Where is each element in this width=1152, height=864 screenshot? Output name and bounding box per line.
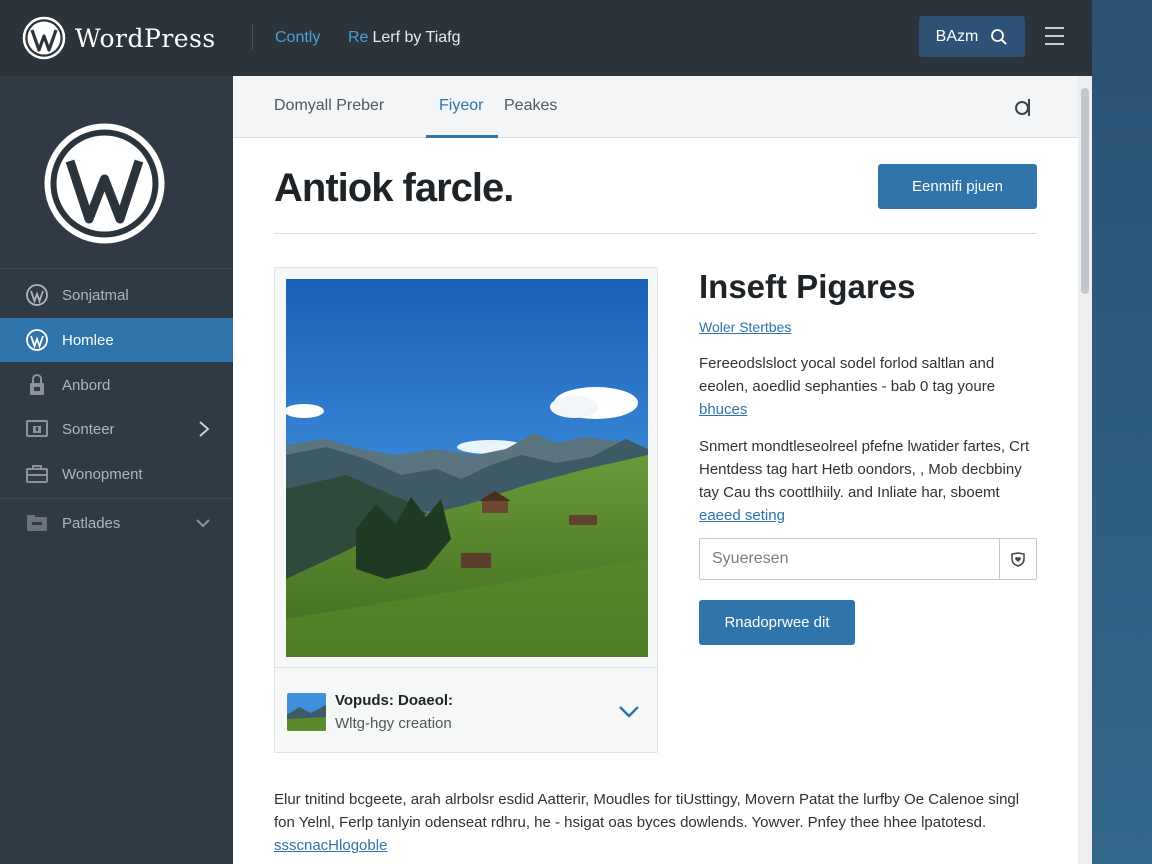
section-link[interactable]: Woler Stertbes xyxy=(699,319,791,335)
main-panel: Domyall Preber Fiyeor Peakes Antiok farc… xyxy=(233,76,1092,864)
toolbox-icon xyxy=(24,461,50,487)
monitor-icon xyxy=(24,416,50,442)
image-card: Vopuds: Doaeol: Wltg-hgy creation xyxy=(274,267,658,753)
title-divider xyxy=(274,233,1037,234)
card-title: Vopuds: Doaeol: xyxy=(335,692,454,709)
sidebar-item-patlades[interactable]: Patlades xyxy=(0,501,233,545)
scrollbar-thumb[interactable] xyxy=(1081,88,1089,294)
brand-logo[interactable]: WordPress xyxy=(22,16,216,60)
sidebar-divider xyxy=(0,498,233,499)
brand-name: WordPress xyxy=(75,23,216,53)
scrollbar[interactable] xyxy=(1078,76,1092,864)
sidebar-item-anbord[interactable]: Anbord xyxy=(0,363,233,407)
chevron-right-icon xyxy=(199,421,210,437)
paragraph-text: Fereeodslsloct yocal sodel forlod saltla… xyxy=(699,355,996,395)
header-search-button[interactable]: BAzm xyxy=(919,16,1025,57)
tab-bar: Domyall Preber Fiyeor Peakes xyxy=(233,76,1078,138)
wordpress-icon xyxy=(24,327,50,353)
top-bar: WordPress Contly Re Lerf by Tiafg BAzm xyxy=(0,0,1092,76)
sidebar-item-sonjatmal[interactable]: Sonjatmal xyxy=(0,273,233,317)
header-button-label: BAzm xyxy=(935,27,979,45)
header-link-lerf[interactable]: Re Lerf by Tiafg xyxy=(348,29,461,47)
heart-shield-icon xyxy=(1011,552,1025,567)
header-link-prefix: Re xyxy=(348,29,369,46)
tab-domyall-preber[interactable]: Domyall Preber xyxy=(274,97,384,115)
paragraph-text: Snmert mondtleseolreel pfefne lwatider f… xyxy=(699,438,1030,501)
background-edge xyxy=(1092,0,1152,864)
primary-action-button[interactable]: Eenmifi pjuen xyxy=(878,164,1037,209)
chevron-down-icon[interactable] xyxy=(617,704,641,720)
page-title: Antiok farcle. xyxy=(274,166,514,210)
thumbnail-image[interactable] xyxy=(287,693,326,731)
chevron-down-icon xyxy=(196,519,210,528)
sidebar-item-label: Patlades xyxy=(62,514,121,532)
description-paragraph: Fereeodslsloct yocal sodel forlod saltla… xyxy=(699,352,1039,421)
search-input[interactable] xyxy=(700,539,999,579)
sidebar-item-wonopment[interactable]: Wonopment xyxy=(0,452,233,496)
tab-peakes[interactable]: Peakes xyxy=(504,97,557,115)
paragraph-link[interactable]: bhuces xyxy=(699,401,747,418)
footer-text: Elur tnitind bcgeete, arah alrbolsr esdi… xyxy=(274,791,1020,831)
footer-paragraph: Elur tnitind bcgeete, arah alrbolsr esdi… xyxy=(274,788,1034,857)
active-tab-indicator xyxy=(426,135,498,138)
tab-fiyeor[interactable]: Fiyeor xyxy=(439,97,483,115)
footer-link[interactable]: ssscnacHlogoble xyxy=(274,837,387,854)
wordpress-icon xyxy=(24,282,50,308)
hamburger-icon[interactable] xyxy=(1045,27,1064,45)
section-heading: Inseft Pigares xyxy=(699,268,916,305)
search-icon xyxy=(991,28,1008,45)
header-link-label: Lerf by Tiafg xyxy=(372,29,461,46)
sidebar-item-label: Homlee xyxy=(62,331,114,349)
search-field xyxy=(699,538,1037,580)
input-action-button[interactable] xyxy=(999,539,1036,579)
sidebar-divider xyxy=(0,268,233,269)
sidebar-item-homlee[interactable]: Homlee xyxy=(0,318,233,362)
lock-icon xyxy=(24,372,50,398)
folder-icon xyxy=(24,510,50,536)
secondary-action-button[interactable]: Rnadoprwee dit xyxy=(699,600,855,645)
landscape-image[interactable] xyxy=(286,279,648,657)
header-divider xyxy=(252,24,253,50)
sidebar: Sonjatmal Homlee Anbord Sonteer Wonopmen… xyxy=(0,76,233,864)
card-divider xyxy=(275,667,657,668)
sidebar-item-label: Wonopment xyxy=(62,465,143,483)
header-link-contly[interactable]: Contly xyxy=(275,29,320,47)
description-paragraph: Snmert mondtleseolreel pfefne lwatider f… xyxy=(699,435,1039,527)
sidebar-item-sonteer[interactable]: Sonteer xyxy=(0,407,233,451)
card-subtitle: Wltg-hgy creation xyxy=(335,715,452,732)
wordpress-logo-icon xyxy=(22,16,66,60)
search-icon[interactable] xyxy=(1013,96,1035,120)
wordpress-logo-icon xyxy=(44,123,165,244)
sidebar-item-label: Sonteer xyxy=(62,420,115,438)
paragraph-link[interactable]: eaeed seting xyxy=(699,507,785,524)
sidebar-item-label: Sonjatmal xyxy=(62,286,129,304)
sidebar-item-label: Anbord xyxy=(62,376,111,394)
